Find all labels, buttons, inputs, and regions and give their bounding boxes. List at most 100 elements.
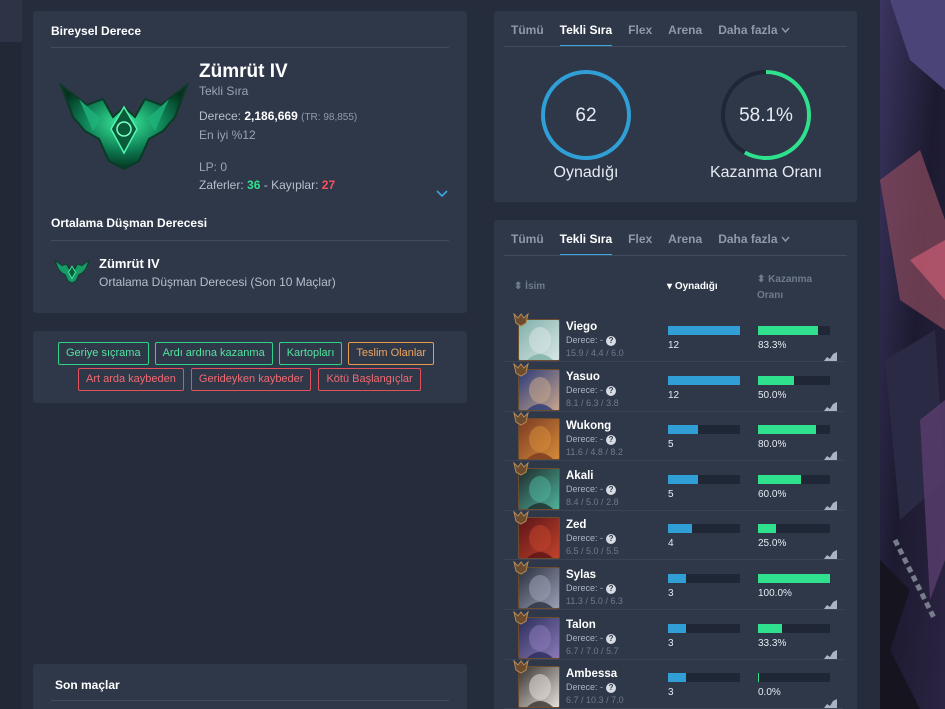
champion-row[interactable]: Yasuo Derece: -? 8.1 / 6.3 / 3.8 12 50.0% [504, 362, 843, 412]
champion-rank-value: - [600, 335, 604, 345]
col-played-label: Oynadığı [674, 281, 718, 292]
rank-badge-icon [513, 610, 529, 625]
help-icon[interactable]: ? [606, 385, 617, 396]
played-bar-fill [668, 326, 740, 335]
champion-row[interactable]: Sylas Derece: -? 11.3 / 5.0 / 6.3 3 100.0% [504, 560, 843, 610]
trend-chart-icon[interactable] [824, 695, 837, 709]
tab-solo[interactable]: Tekli Sıra [559, 23, 613, 47]
queue-tabs-2: Tümü Tekli Sıra Flex Arena Daha fazla [511, 232, 806, 256]
winrate-bar-fill [758, 375, 794, 385]
kda-assists: 5.7 [606, 645, 619, 656]
tab-all[interactable]: Tümü [511, 23, 544, 47]
champion-name[interactable]: Sylas [566, 569, 596, 581]
champion-row[interactable]: Wukong Derece: -? 11.6 / 4.8 / 8.2 5 80.0% [504, 411, 843, 462]
champion-row[interactable]: Ambessa Derece: -? 6.7 / 10.3 / 7.0 3 0.0% [504, 659, 843, 709]
champion-row[interactable]: Zed Derece: -? 6.5 / 5.0 / 5.5 4 25.0% [504, 510, 843, 561]
champion-rank: Derece: -? [566, 384, 617, 396]
ranked-panel: Bireysel Derece Zümrüt IV Tekli Sıra Der… [33, 11, 467, 313]
rank-lp: LP: 0 [199, 160, 228, 174]
champion-name[interactable]: Talon [566, 619, 596, 631]
rank-tier: Zümrüt IV [199, 61, 288, 82]
help-icon[interactable]: ? [606, 484, 617, 495]
champion-name[interactable]: Akali [566, 470, 594, 482]
rank-position-value: 2,186,669 [244, 109, 298, 123]
tab-more[interactable]: Daha fazla [718, 232, 790, 256]
help-icon[interactable]: ? [606, 435, 617, 446]
played-bar-fill [668, 425, 698, 435]
help-icon[interactable]: ? [606, 584, 617, 594]
winrate-bar [758, 673, 830, 683]
col-winrate-label-1: Kazanma [768, 274, 813, 285]
champion-row[interactable]: Viego Derece: -? 15.9 / 4.4 / 6.0 12 83.3% [504, 312, 843, 362]
winrate-bar [758, 326, 830, 335]
win-loss: Zaferler: 36 - Kayıplar: 27 [199, 178, 335, 192]
tab-flex[interactable]: Flex [628, 232, 652, 256]
winrate-bar [758, 425, 830, 435]
tag-lose-streak[interactable]: Art arda kaybeden [78, 368, 184, 391]
kda-deaths: 10.3 [586, 695, 604, 706]
tag-bad-start[interactable]: Kötü Başlangıçlar [318, 368, 421, 391]
help-icon[interactable]: ? [606, 633, 617, 644]
champion-kda: 6.7 / 7.0 / 5.7 [566, 645, 619, 656]
avg-enemy-desc: Ortalama Düşman Derecesi (Son 10 Maçlar) [99, 275, 336, 289]
tag-surrender[interactable]: Teslim Olanlar [348, 342, 435, 365]
champion-name[interactable]: Zed [566, 519, 586, 531]
kda-kills: 8.4 [566, 496, 579, 507]
winrate-bar [758, 524, 830, 534]
avg-enemy-title: Ortalama Düşman Derecesi [51, 216, 208, 230]
played-count: 3 [668, 637, 674, 649]
winrate-label: Kazanma Oranı [709, 164, 823, 181]
tag-win-streak[interactable]: Ardı ardına kazanma [154, 342, 273, 365]
champion-row[interactable]: Akali Derece: -? 8.4 / 5.0 / 2.8 5 60.0% [504, 461, 843, 511]
tab-more[interactable]: Daha fazla [718, 23, 790, 47]
played-count: 5 [668, 439, 674, 451]
champion-name[interactable]: Viego [566, 321, 597, 333]
rank-position-tr: (TR: 98,855) [301, 112, 358, 123]
tag-snowball[interactable]: Kartopları [278, 342, 343, 365]
champion-rank: Derece: -? [566, 483, 617, 495]
help-icon[interactable]: ? [606, 336, 617, 346]
tag-lose-behind[interactable]: Gerideyken kaybeder [190, 368, 312, 391]
played-bar-fill [668, 623, 686, 633]
winrate-bar-fill [758, 623, 782, 633]
chevron-down-icon [781, 236, 790, 243]
help-icon[interactable]: ? [606, 683, 617, 694]
kda-deaths: 5.0 [586, 546, 599, 557]
recent-matches-title: Son maçlar [55, 678, 120, 692]
chevron-down-icon[interactable] [436, 186, 448, 198]
champion-rank-label: Derece: [566, 483, 598, 494]
champion-rank-label: Derece: [566, 434, 598, 445]
kda-kills: 6.7 [566, 645, 579, 656]
tab-more-label: Daha fazla [718, 23, 778, 37]
played-count: 12 [668, 389, 680, 401]
tag-rebound[interactable]: Geriye sıçrama [58, 342, 149, 365]
col-header-name[interactable]: ⬍ İsim [514, 281, 545, 292]
tab-flex[interactable]: Flex [628, 23, 652, 47]
ranked-panel-title: Bireysel Derece [51, 24, 142, 38]
tab-arena[interactable]: Arena [668, 23, 702, 47]
tab-arena[interactable]: Arena [668, 232, 702, 256]
champion-name[interactable]: Yasuo [566, 371, 600, 383]
sort-icon: ⬍ [514, 281, 523, 292]
played-bar [668, 673, 740, 683]
tab-solo[interactable]: Tekli Sıra [559, 232, 613, 256]
champion-rank-label: Derece: [566, 682, 598, 693]
champion-rank-value: - [600, 384, 604, 395]
divider [504, 255, 847, 256]
help-icon[interactable]: ? [606, 534, 617, 545]
background-artwork [880, 0, 945, 709]
col-header-played[interactable]: ▾ Oynadığı [667, 281, 718, 292]
kda-assists: 3.8 [606, 397, 619, 408]
champion-rank-label: Derece: [566, 533, 598, 544]
stats-panel: Tümü Tekli Sıra Flex Arena Daha fazla 62… [494, 11, 857, 202]
tags-panel: Geriye sıçrama Ardı ardına kazanma Karto… [33, 331, 467, 403]
champion-name[interactable]: Ambessa [566, 668, 617, 680]
champion-row[interactable]: Talon Derece: -? 6.7 / 7.0 / 5.7 3 33.3% [504, 610, 843, 660]
col-header-winrate[interactable]: ⬍ Kazanma Oranı [757, 272, 812, 304]
champion-name[interactable]: Wukong [566, 420, 611, 432]
winrate-bar-fill [758, 474, 802, 484]
winrate-bar [758, 574, 830, 583]
played-bar [668, 425, 740, 435]
tab-all[interactable]: Tümü [511, 232, 544, 256]
champion-rank: Derece: -? [566, 682, 617, 694]
